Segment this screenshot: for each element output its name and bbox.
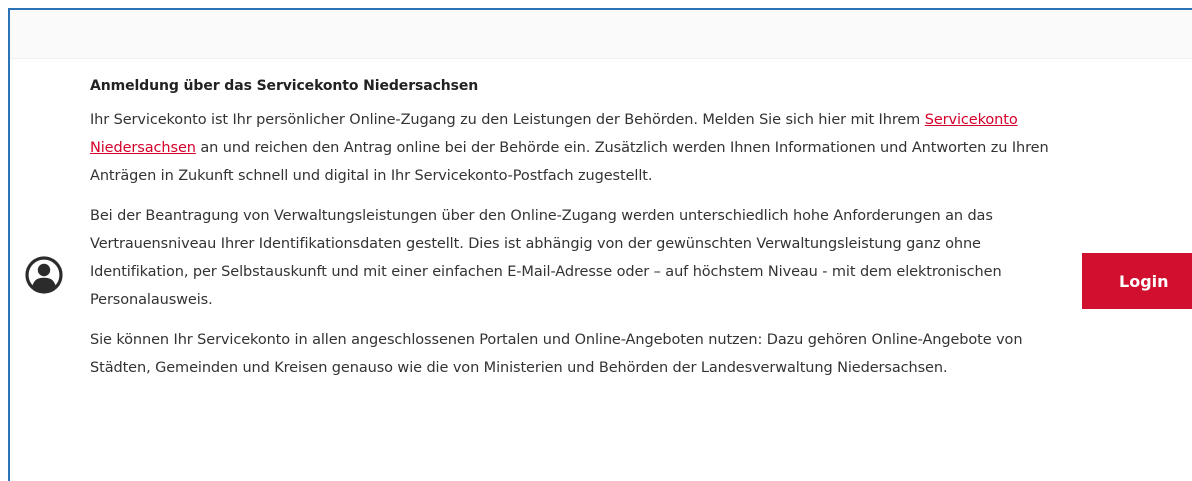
intro-text-after-link: an und reichen den Antrag online bei der… [90, 140, 1049, 184]
section-heading: Anmeldung über das Servicekonto Niedersa… [90, 78, 479, 94]
portals-paragraph: Sie können Ihr Servicekonto in allen ang… [90, 332, 1023, 376]
servicekonto-content: Anmeldung über das Servicekonto Niedersa… [90, 76, 1050, 382]
servicekonto-panel: Anmeldung über das Servicekonto Niedersa… [8, 8, 1192, 481]
intro-paragraph: Ihr Servicekonto ist Ihr persönlicher On… [90, 106, 1050, 190]
trust-level-paragraph: Bei der Beantragung von Verwaltungsleist… [90, 208, 1002, 308]
intro-text-before-link: Ihr Servicekonto ist Ihr persönlicher On… [90, 112, 925, 128]
user-circle-icon [25, 256, 63, 294]
login-button[interactable]: Login [1082, 253, 1192, 309]
top-band [10, 10, 1192, 59]
